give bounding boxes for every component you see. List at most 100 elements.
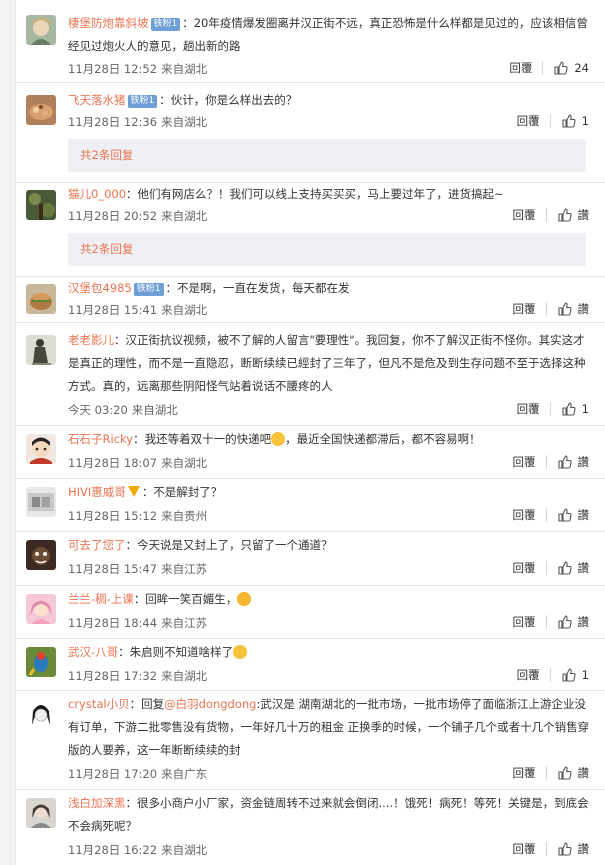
username-link[interactable]: 飞天落水猪 <box>68 93 126 107</box>
comment-list: 棲堡防炮靠斜坡 铁粉1 ：20年疫情爆发圈离并汉正街不远，真正恐怖是什么样都是见过的… <box>15 0 605 865</box>
like-count: 讚 <box>577 508 590 522</box>
like-button[interactable]: 24 <box>553 60 589 76</box>
avatar[interactable] <box>26 594 56 624</box>
comment-source: 来自湖北 <box>161 843 208 857</box>
reply-button[interactable]: 回覆 <box>513 560 536 576</box>
avatar[interactable] <box>26 95 56 125</box>
comment-page: 棲堡防炮靠斜坡 铁粉1 ：20年疫情爆发圈离并汉正街不远，真正恐怖是什么样都是见过的… <box>0 0 605 865</box>
reply-button[interactable]: 回覆 <box>517 667 540 683</box>
like-button[interactable]: 讚 <box>557 841 589 857</box>
mention-link[interactable]: @白羽dongdong <box>164 697 256 711</box>
thumbs-up-icon <box>557 455 572 469</box>
thumbs-up-icon <box>557 508 572 522</box>
comment-item: 浅白加深黑：很多小商户小厂家，资金链周转不过来就会倒闭....！饿死！病死！等死… <box>16 790 605 865</box>
like-button[interactable]: 讚 <box>557 614 590 630</box>
username-link[interactable]: 可去了您了 <box>68 538 126 552</box>
username-link[interactable]: 老老影儿 <box>68 333 114 347</box>
like-button[interactable]: 1 <box>561 667 589 683</box>
username-link[interactable]: 石石子Ricky <box>68 432 133 446</box>
view-replies-link[interactable]: 共2条回复 <box>68 139 586 172</box>
comment-item: 汉堡包4985 铁粉1 ：不是啊，一直在发货，每天都在发 11月28日 15:41 来… <box>16 277 605 323</box>
comment-source: 来自江苏 <box>161 616 208 630</box>
avatar[interactable] <box>26 15 56 45</box>
thumbs-up-icon <box>562 668 576 682</box>
username-link[interactable]: 棲堡防炮靠斜坡 <box>68 16 149 30</box>
reply-button[interactable]: 回覆 <box>513 207 536 223</box>
comment-actions: 回覆 1 <box>517 401 589 417</box>
comment-text-block: 武汉-八哥：朱启则不知道啥样了 <box>68 641 594 664</box>
reply-button[interactable]: 回覆 <box>513 841 536 857</box>
avatar[interactable] <box>26 798 56 828</box>
username-link[interactable]: HIVI惠威哥 <box>68 485 126 499</box>
comment-meta: 11月28日 18:07 来自湖北 <box>68 455 207 471</box>
like-button[interactable]: 讚 <box>557 507 590 523</box>
comment-actions: 回覆 讚 <box>513 454 589 470</box>
comment-actions: 回覆 讚 <box>513 507 590 523</box>
comment-time: 11月28日 20:52 <box>68 209 158 223</box>
reply-button[interactable]: 回覆 <box>513 614 536 630</box>
reply-button[interactable]: 回覆 <box>513 507 536 523</box>
comment-meta: 11月28日 12:52 来自湖北 <box>68 61 207 77</box>
view-replies-link[interactable]: 共2条回复 <box>68 233 586 266</box>
username-link[interactable]: 猫儿0_000 <box>68 187 126 201</box>
like-button[interactable]: 讚 <box>557 454 589 470</box>
comment-time: 11月28日 12:52 <box>68 62 158 76</box>
comment-meta: 11月28日 16:22 来自湖北 <box>68 842 207 858</box>
comment-time: 11月28日 17:20 <box>68 767 158 781</box>
username-link[interactable]: 兰兰-稠-上课 <box>68 592 134 606</box>
like-button[interactable]: 讚 <box>557 765 589 781</box>
like-button[interactable]: 1 <box>561 113 589 129</box>
comment-meta: 11月28日 20:52 来自湖北 <box>68 208 207 224</box>
comment-item: 老老影儿：汉正街抗议视频，被不了解的人留言"要理性"。我回复，你不了解汉正街不怪… <box>16 323 605 426</box>
reply-button[interactable]: 回覆 <box>517 401 540 417</box>
comment-time: 11月28日 12:36 <box>68 115 158 129</box>
comment-meta: 今天 03:20 来自湖北 <box>68 402 178 418</box>
username-link[interactable]: crystal小贝 <box>68 697 130 711</box>
avatar[interactable] <box>26 540 56 570</box>
comment-meta: 11月28日 15:47 来自江苏 <box>68 561 207 577</box>
avatar[interactable] <box>26 647 56 677</box>
avatar[interactable] <box>26 434 56 464</box>
like-button[interactable]: 讚 <box>557 207 589 223</box>
comment-actions: 回覆 讚 <box>513 301 589 317</box>
avatar[interactable] <box>26 699 56 729</box>
laugh-cry-emoji-icon <box>233 645 248 659</box>
avatar[interactable] <box>26 190 56 220</box>
divider <box>545 615 547 629</box>
reply-button[interactable]: 回覆 <box>513 765 536 781</box>
comment-time: 11月28日 18:44 <box>68 616 158 630</box>
username-link[interactable]: 汉堡包4985 <box>68 281 132 295</box>
comment-time: 今天 03:20 <box>68 403 128 417</box>
heart-eyes-emoji-icon <box>237 592 252 606</box>
smile-emoji-icon <box>271 432 286 446</box>
avatar[interactable] <box>26 335 56 365</box>
reply-button[interactable]: 回覆 <box>509 60 532 76</box>
comment-text: ：伙计，你是么样出去的？ <box>159 93 298 107</box>
fan-badge[interactable]: 铁粉1 <box>127 95 158 108</box>
like-button[interactable]: 1 <box>561 401 589 417</box>
fan-badge[interactable]: 铁粉1 <box>133 283 164 296</box>
divider <box>545 455 547 469</box>
comment-item: 可去了您了：今天说是又封上了，只留了一个通道？ 11月28日 15:47 来自江苏… <box>16 532 605 586</box>
divider <box>545 561 547 575</box>
divider <box>549 668 551 682</box>
username-link[interactable]: 浅白加深黑 <box>68 796 126 810</box>
username-link[interactable]: 武汉-八哥 <box>68 645 118 659</box>
comment-text: ：我还等着双十一的快递吧 <box>133 432 272 446</box>
comment-text-block: 飞天落水猪 铁粉1 ：伙计，你是么样出去的？ <box>68 89 594 112</box>
comment-actions: 回覆 1 <box>517 667 589 683</box>
like-button[interactable]: 讚 <box>557 560 589 576</box>
reply-button[interactable]: 回覆 <box>513 454 536 470</box>
comment-text-block: HIVI惠威哥 ：不是解封了？ <box>68 481 594 504</box>
avatar[interactable] <box>26 487 56 517</box>
thumbs-up-icon <box>562 114 576 128</box>
avatar[interactable] <box>26 284 56 314</box>
comment-text-block: 猫儿0_000：他们有网店么？！我们可以线上支持买买买，马上要过年了，进货搞起~ <box>68 183 594 206</box>
reply-button[interactable]: 回覆 <box>513 301 536 317</box>
fan-badge[interactable]: 铁粉1 <box>150 18 181 31</box>
like-count: 讚 <box>577 615 590 629</box>
reply-button[interactable]: 回覆 <box>517 113 540 129</box>
thumbs-up-icon <box>557 208 572 222</box>
like-button[interactable]: 讚 <box>557 301 589 317</box>
comment-meta: 11月28日 17:32 来自湖北 <box>68 668 207 684</box>
